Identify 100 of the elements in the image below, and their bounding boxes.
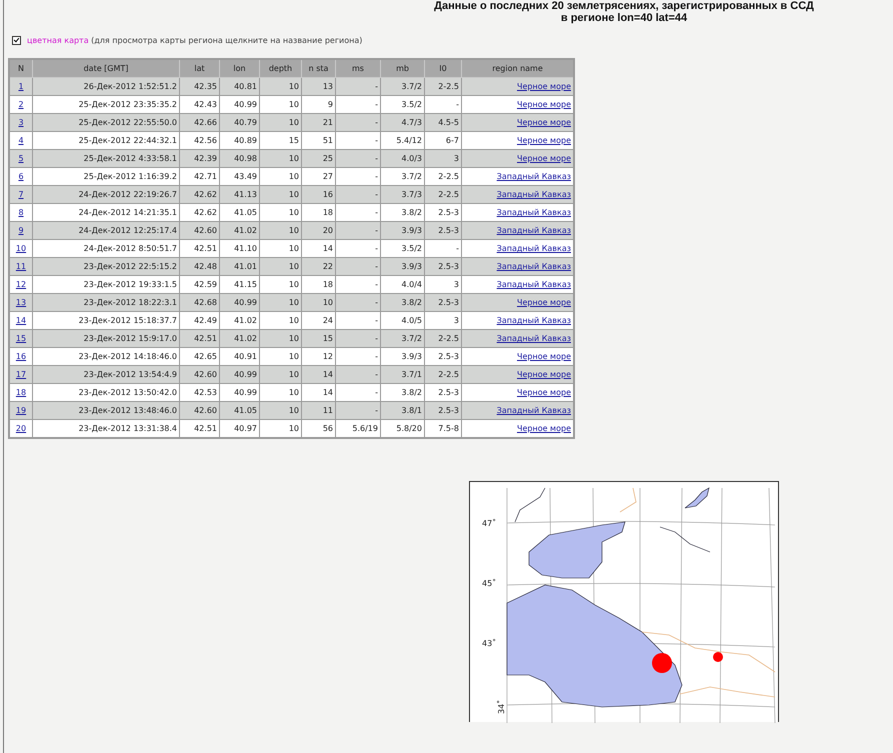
table-cell: 10 — [260, 222, 302, 240]
table-cell: 16 — [302, 186, 336, 204]
table-cell: 41.10 — [220, 240, 260, 258]
table-cell: 42.68 — [180, 294, 220, 312]
event-number-link[interactable]: 1 — [18, 82, 24, 91]
table-cell: 3.8/2 — [380, 384, 424, 402]
table-cell: 2-2.5 — [424, 78, 462, 96]
table-cell: 41.02 — [220, 312, 260, 330]
table-cell: 42.51 — [180, 330, 220, 348]
table-cell: 41.02 — [220, 330, 260, 348]
table-cell: 10 — [260, 366, 302, 384]
column-header: lat — [180, 59, 220, 78]
table-cell: 10 — [260, 240, 302, 258]
event-number-link[interactable]: 2 — [18, 100, 24, 109]
table-cell: 5.6/19 — [336, 420, 380, 438]
table-cell: - — [424, 240, 462, 258]
table-cell: 23-Дек-2012 22:5:15.2 — [32, 258, 180, 276]
table-cell: 10 — [260, 186, 302, 204]
table-cell: 2-2.5 — [424, 366, 462, 384]
table-cell: 42.48 — [180, 258, 220, 276]
table-cell: 18 — [302, 204, 336, 222]
event-number-link[interactable]: 4 — [18, 136, 24, 145]
table-cell: 40.97 — [220, 420, 260, 438]
table-cell: 25-Дек-2012 23:35:35.2 — [32, 96, 180, 114]
table-cell: 42.53 — [180, 384, 220, 402]
table-cell: 40.98 — [220, 150, 260, 168]
table-cell: - — [336, 366, 380, 384]
table-cell: 10 — [260, 96, 302, 114]
longitude-label: 34˚ — [497, 700, 506, 714]
table-cell: 25-Дек-2012 22:55:50.0 — [32, 114, 180, 132]
table-cell: 42.66 — [180, 114, 220, 132]
table-cell: 4.5-5 — [424, 114, 462, 132]
table-cell: 3.8/2 — [380, 204, 424, 222]
table-cell: - — [336, 150, 380, 168]
table-cell: 3.8/1 — [380, 402, 424, 420]
table-cell: - — [336, 204, 380, 222]
column-header: lon — [220, 59, 260, 78]
table-cell: 3.9/3 — [380, 222, 424, 240]
table-cell: 3.7/3 — [380, 186, 424, 204]
table-cell: 40.79 — [220, 114, 260, 132]
table-cell: - — [336, 240, 380, 258]
column-header: I0 — [424, 59, 462, 78]
column-header: n sta — [302, 59, 336, 78]
table-cell: 10 — [260, 348, 302, 366]
table-cell: 10 — [260, 168, 302, 186]
table-cell: 23-Дек-2012 18:22:3.1 — [32, 294, 180, 312]
table-cell: 11 — [302, 402, 336, 420]
table-cell: 40.99 — [220, 294, 260, 312]
table-cell: 23-Дек-2012 13:31:38.4 — [32, 420, 180, 438]
event-number-link[interactable]: 6 — [18, 172, 24, 181]
table-cell: 40.91 — [220, 348, 260, 366]
table-cell: 25-Дек-2012 22:44:32.1 — [32, 132, 180, 150]
page-subtitle: в регионе lon=40 lat=44 — [560, 12, 688, 24]
column-header: N — [9, 59, 32, 78]
table-cell: 10 — [260, 294, 302, 312]
table-cell: - — [336, 132, 380, 150]
table-cell: 6-7 — [424, 132, 462, 150]
table-cell: 2.5-3 — [424, 348, 462, 366]
event-number-link[interactable]: 9 — [18, 226, 24, 235]
color-map-hint: цветная карта (для просмотра карты региона щелкните на название региона) — [27, 36, 362, 45]
table-cell: - — [336, 78, 380, 96]
table-cell: 10 — [260, 114, 302, 132]
table-cell: - — [336, 312, 380, 330]
table-cell: 41.05 — [220, 204, 260, 222]
table-cell: 42.59 — [180, 276, 220, 294]
table-cell: 10 — [260, 258, 302, 276]
table-cell: - — [336, 330, 380, 348]
table-cell: 41.05 — [220, 402, 260, 420]
table-cell: 41.01 — [220, 258, 260, 276]
table-cell: 24-Дек-2012 22:19:26.7 — [32, 186, 180, 204]
table-cell: 3.7/2 — [380, 330, 424, 348]
table-cell: 40.99 — [220, 96, 260, 114]
table-cell: 24-Дек-2012 14:21:35.1 — [32, 204, 180, 222]
event-number-link[interactable]: 7 — [18, 190, 24, 199]
table-cell: - — [336, 186, 380, 204]
table-cell: 22 — [302, 258, 336, 276]
table-cell: - — [336, 114, 380, 132]
table-cell: - — [336, 384, 380, 402]
table-cell: 42.49 — [180, 312, 220, 330]
event-number-link[interactable]: 8 — [18, 208, 24, 217]
table-cell: 15 — [260, 132, 302, 150]
table-cell: 10 — [260, 78, 302, 96]
table-cell: 2.5-3 — [424, 222, 462, 240]
table-cell: 10 — [260, 402, 302, 420]
table-cell: 18 — [302, 276, 336, 294]
color-map-checkbox[interactable] — [12, 36, 21, 45]
table-cell: 40.99 — [220, 366, 260, 384]
table-cell: - — [336, 294, 380, 312]
table-cell: 2-2.5 — [424, 168, 462, 186]
color-map-link[interactable]: цветная карта — [27, 36, 89, 45]
event-number-link[interactable]: 5 — [18, 154, 24, 163]
table-cell: 26-Дек-2012 1:52:51.2 — [32, 78, 180, 96]
page-title: Данные о последних 20 землетрясениях, зарегистрированных в ССД — [433, 0, 815, 12]
table-cell: 10 — [260, 150, 302, 168]
event-number-link[interactable]: 3 — [18, 118, 24, 127]
table-cell: 40.81 — [220, 78, 260, 96]
table-cell: - — [336, 402, 380, 420]
table-cell: 10 — [260, 312, 302, 330]
table-cell: 42.35 — [180, 78, 220, 96]
table-cell: 42.60 — [180, 366, 220, 384]
